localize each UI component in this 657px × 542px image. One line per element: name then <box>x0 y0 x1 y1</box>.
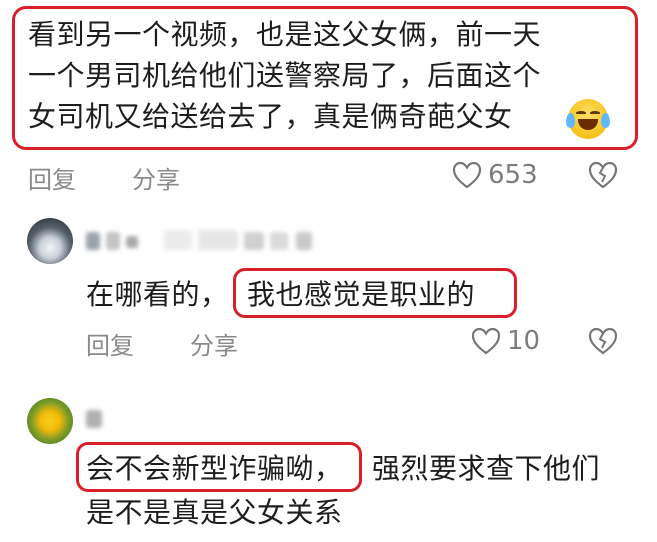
avatar[interactable] <box>27 398 73 444</box>
avatar[interactable] <box>27 218 73 264</box>
heart-outline-icon <box>452 161 482 189</box>
reply-button[interactable]: 回复 <box>86 326 134 361</box>
comment-1-line-1: 看到另一个视频，也是这父女俩，前一天 <box>28 18 542 51</box>
comment-2-text-prefix: 在哪看的， <box>86 278 229 311</box>
heart-outline-icon <box>471 327 501 355</box>
like-button[interactable]: 653 <box>452 160 538 190</box>
laughing-tears-emoji <box>566 99 610 139</box>
comment-3-text-rest: 强烈要求查下他们 <box>372 452 601 485</box>
share-button[interactable]: 分享 <box>190 326 238 361</box>
broken-heart-icon[interactable] <box>588 327 618 355</box>
comment-3-line-2: 是不是真是父女关系 <box>86 496 343 529</box>
like-count: 653 <box>488 160 538 190</box>
like-count: 10 <box>507 326 541 356</box>
comment-1-line-3: 女司机又给送给去了，真是俩奇葩父女 <box>28 100 513 133</box>
comment-1-line-2: 一个男司机给他们送警察局了，后面这个 <box>28 59 542 92</box>
username-blurred <box>86 230 326 252</box>
like-button[interactable]: 10 <box>471 326 540 356</box>
share-button[interactable]: 分享 <box>132 160 180 195</box>
comment-3-text-highlight: 会不会新型诈骗呦， <box>86 452 343 485</box>
comment-2-text-highlight: 我也感觉是职业的 <box>247 278 476 311</box>
reply-button[interactable]: 回复 <box>28 160 76 195</box>
username-blurred <box>86 410 102 428</box>
broken-heart-icon[interactable] <box>588 161 618 189</box>
